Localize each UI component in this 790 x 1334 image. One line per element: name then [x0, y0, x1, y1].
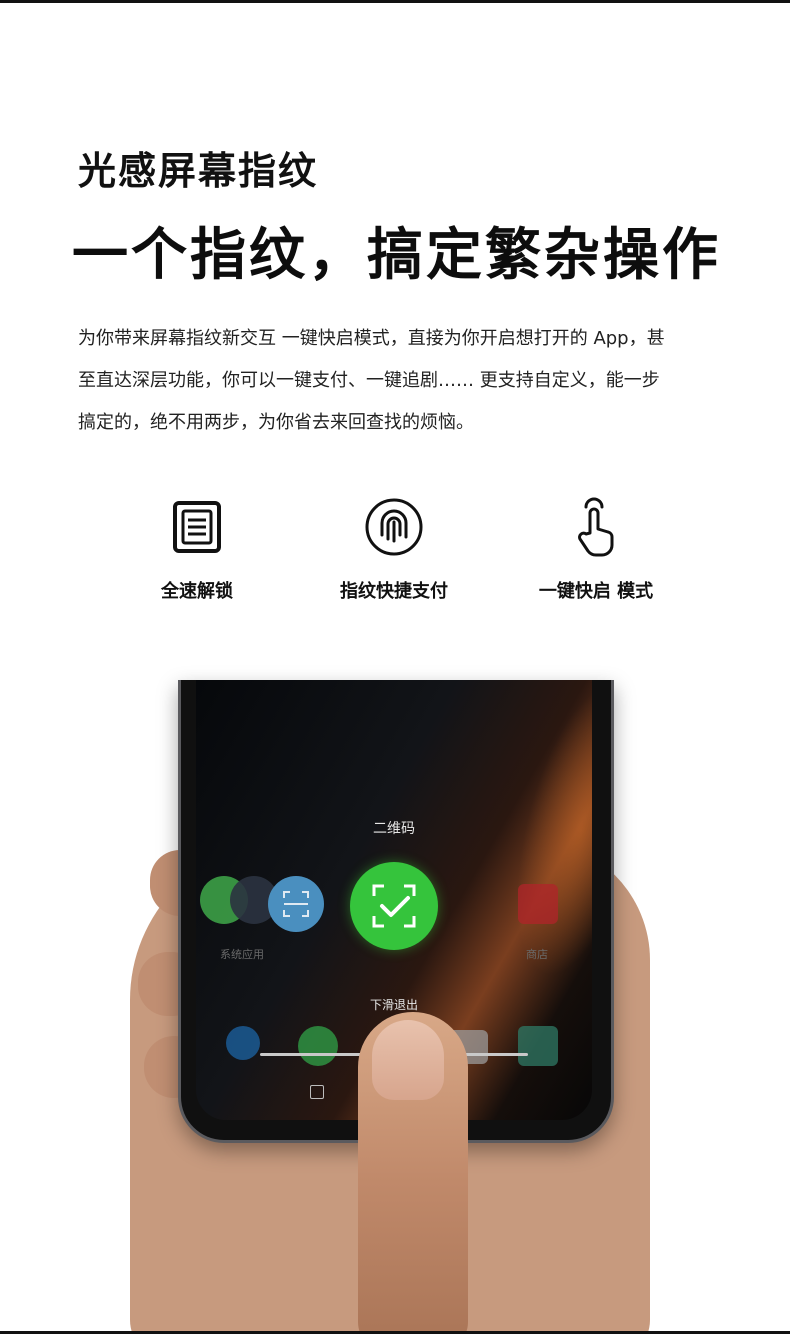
document-icon [173, 501, 221, 553]
thumbnail-nail [372, 1020, 444, 1100]
app-label: 系统应用 [220, 948, 264, 961]
qr-scan-button[interactable] [350, 862, 438, 950]
description-line: 至直达深层功能，你可以一键支付、一键追剧…… 更支持自定义，能一步 [78, 370, 660, 391]
description: 为你带来屏幕指纹新交互 一键快启模式，直接为你开启想打开的 App，甚 至直达深… [78, 318, 718, 444]
exit-hint: 下滑退出 [369, 998, 418, 1012]
feature-fast-unlock: 全速解锁 [97, 495, 297, 603]
phone-app-icon[interactable] [226, 1026, 260, 1060]
feature-label: 全速解锁 [161, 581, 233, 602]
gallery-app-icon[interactable] [518, 1026, 558, 1066]
recents-nav-button[interactable] [310, 1085, 324, 1099]
feature-label: 一键快启 模式 [538, 581, 654, 602]
headline: 一个指纹，搞定繁杂操作 [72, 223, 721, 288]
store-app-icon[interactable] [518, 884, 558, 924]
app-label: 商店 [526, 948, 548, 961]
fingerprint-icon [365, 498, 423, 556]
qr-title: 二维码 [373, 821, 415, 837]
messages-app-icon[interactable] [298, 1026, 338, 1066]
description-line: 搞定的，绝不用两步，为你省去来回查找的烦恼。 [78, 412, 474, 433]
scan-shortcut-button[interactable] [268, 876, 324, 932]
scan-check-icon [372, 884, 416, 928]
feature-quick-launch: 一键快启 模式 [496, 495, 696, 603]
feature-label: 指纹快捷支付 [340, 581, 448, 602]
eyebrow-title: 光感屏幕指纹 [78, 149, 319, 193]
description-line: 为你带来屏幕指纹新交互 一键快启模式，直接为你开启想打开的 App，甚 [78, 328, 665, 349]
scan-icon [283, 891, 309, 917]
phone-illustration: 二维码 系统应用 商店 下滑退出 [0, 640, 790, 1334]
top-rule [0, 0, 790, 3]
tap-finger-icon [578, 497, 614, 557]
feature-fingerprint-pay: 指纹快捷支付 [294, 495, 494, 603]
